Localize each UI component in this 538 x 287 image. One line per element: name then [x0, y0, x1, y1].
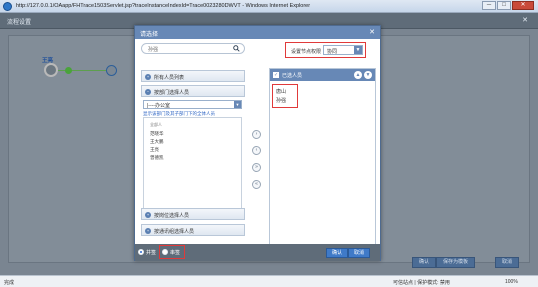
ie-icon — [3, 1, 12, 11]
flow-active-node[interactable] — [65, 67, 72, 74]
list-item[interactable]: 唐山 — [276, 88, 286, 95]
checkbox-icon[interactable]: ✓ — [273, 71, 279, 78]
section-by-position-label: 按岗位选择人员 — [154, 213, 190, 219]
add-selected-button[interactable]: › — [252, 130, 261, 139]
section-by-department[interactable]: − 按部门选择人员 — [141, 85, 245, 97]
expand-icon: + — [145, 227, 151, 234]
browser-statusbar: 完成 可信站点 | 保护模式: 禁用 100% — [0, 275, 538, 287]
maximize-button[interactable]: □ — [497, 1, 511, 10]
search-input-value: 孙强 — [148, 47, 159, 53]
security-zone: 可信站点 | 保护模式: 禁用 — [393, 280, 450, 286]
section-by-group[interactable]: + 按通讯组选择人员 — [141, 224, 245, 236]
radio-parallel[interactable] — [138, 249, 144, 255]
move-up-icon[interactable]: ▲ — [354, 71, 362, 79]
list-item[interactable]: 王大鹏 — [150, 139, 164, 145]
minimize-button[interactable]: ─ — [482, 1, 496, 10]
selected-names-box: 唐山 孙强 — [272, 84, 298, 108]
selected-people-panel: ✓ 已选人员 ▲ ▼ 唐山 孙强 — [269, 68, 376, 251]
close-window-button[interactable]: ✕ — [512, 1, 534, 10]
collapse-icon: − — [145, 88, 151, 95]
expand-icon: + — [145, 211, 151, 218]
radio-serial-label: 串签 — [170, 250, 181, 256]
people-list[interactable]: 全部人 范晓华 王大鹏 王亮 曾德凯 — [143, 117, 242, 212]
node-permission-value: 协同 — [327, 48, 338, 55]
selected-panel-title: 已选人员 — [282, 73, 303, 79]
list-item[interactable]: 孙强 — [276, 97, 286, 104]
dialog-footer: 并签 串签 确认 取消 — [135, 244, 380, 261]
search-icon[interactable] — [233, 45, 240, 52]
background-close-icon[interactable]: ✕ — [522, 16, 528, 24]
section-by-position[interactable]: + 按岗位选择人员 — [141, 208, 245, 220]
flow-start-node[interactable] — [44, 63, 58, 77]
browser-titlebar: http://127.0.0.1/OAapp/FHTrace1503Servle… — [0, 0, 538, 13]
cancel-button[interactable]: 取消 — [348, 248, 371, 258]
node-permission-select[interactable]: 协同 ▼ — [323, 45, 363, 55]
expand-icon: + — [145, 73, 151, 80]
background-confirm-button[interactable]: 确认 — [412, 257, 437, 268]
radio-serial[interactable] — [162, 249, 168, 255]
window-controls: ─ □ ✕ — [481, 1, 534, 10]
remove-selected-button[interactable]: ‹ — [252, 146, 261, 155]
remove-all-button[interactable]: « — [252, 180, 261, 189]
search-input[interactable]: 孙强 — [141, 43, 245, 54]
list-item[interactable]: 全部人 — [150, 122, 162, 128]
selected-panel-header: ✓ 已选人员 ▲ ▼ — [270, 69, 375, 81]
radio-parallel-label: 并签 — [146, 250, 157, 256]
node-permission-box: 设置节点权限 协同 ▼ — [285, 42, 366, 58]
flow-end-node[interactable] — [106, 65, 117, 76]
section-all-people-label: 所有人员列表 — [154, 75, 185, 81]
section-by-department-label: 按部门选择人员 — [154, 90, 190, 96]
add-all-button[interactable]: » — [252, 163, 261, 172]
background-title: 流程设置 — [7, 20, 32, 26]
ok-button[interactable]: 确认 — [326, 248, 349, 258]
radio-serial-box: 串签 — [159, 245, 185, 259]
status-text: 完成 — [4, 280, 15, 286]
department-select[interactable]: |----办公室 ▼ — [143, 100, 242, 109]
zoom-level[interactable]: 100% — [505, 279, 518, 285]
dialog-header: 请选择 ✕ — [135, 26, 380, 39]
department-select-value: |----办公室 — [147, 103, 170, 109]
list-item[interactable]: 曾德凯 — [150, 155, 164, 161]
section-all-people[interactable]: + 所有人员列表 — [141, 70, 245, 82]
chevron-down-icon[interactable]: ▼ — [354, 46, 362, 54]
save-as-template-button[interactable]: 保存为模板 — [436, 257, 476, 268]
browser-title: http://127.0.0.1/OAapp/FHTrace1503Servle… — [16, 3, 311, 9]
section-by-group-label: 按通讯组选择人员 — [154, 229, 195, 235]
list-item[interactable]: 王亮 — [150, 147, 159, 153]
move-down-icon[interactable]: ▼ — [364, 71, 372, 79]
background-cancel-button[interactable]: 取消 — [495, 257, 520, 268]
node-permission-label: 设置节点权限 — [291, 49, 322, 55]
dialog-title: 请选择 — [140, 32, 159, 38]
chevron-down-icon[interactable]: ▼ — [234, 101, 241, 108]
list-item[interactable]: 范晓华 — [150, 131, 164, 137]
dialog-close-icon[interactable]: ✕ — [369, 28, 375, 36]
select-dialog: 请选择 ✕ 孙强 设置节点权限 协同 ▼ + 所有人员列表 − 按部门选择人员 … — [134, 25, 381, 261]
